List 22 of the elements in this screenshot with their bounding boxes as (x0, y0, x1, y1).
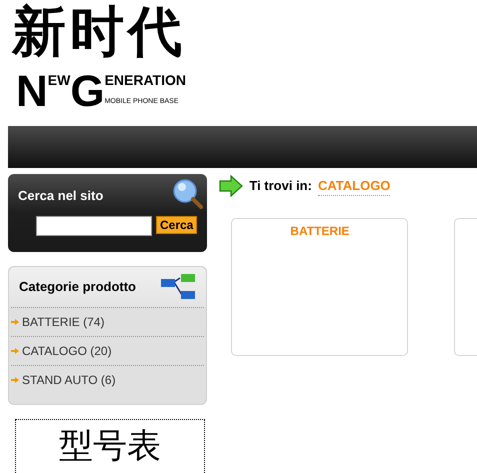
arrow-icon (219, 175, 244, 197)
search-button[interactable]: Cerca (156, 216, 198, 234)
logo-letter: N (16, 72, 48, 112)
logo-word: EW (48, 72, 70, 88)
search-title: Cerca nel sito (18, 187, 104, 205)
card-title: BATTERIE (290, 223, 350, 238)
banner-text: 型号表 (59, 426, 161, 468)
arrow-icon (11, 318, 19, 326)
logo-letter: G (70, 72, 105, 112)
category-link[interactable]: BATTERIE (74) (22, 313, 104, 331)
hierarchy-icon (160, 273, 196, 301)
model-table-banner[interactable]: 型号表 (15, 419, 205, 473)
breadcrumb-label: Ti trovi in: (249, 177, 312, 196)
arrow-icon (11, 347, 19, 355)
category-link[interactable]: CATALOGO (20) (22, 342, 112, 360)
categories-title: Categorie prodotto (19, 278, 136, 296)
logo-title: 新时代 (12, 0, 187, 64)
logo-word: ENERATION (104, 72, 186, 88)
arrow-icon (11, 376, 19, 384)
category-link[interactable]: STAND AUTO (6) (22, 371, 116, 389)
search-field[interactable] (36, 216, 152, 236)
magnifier-icon (172, 178, 204, 210)
